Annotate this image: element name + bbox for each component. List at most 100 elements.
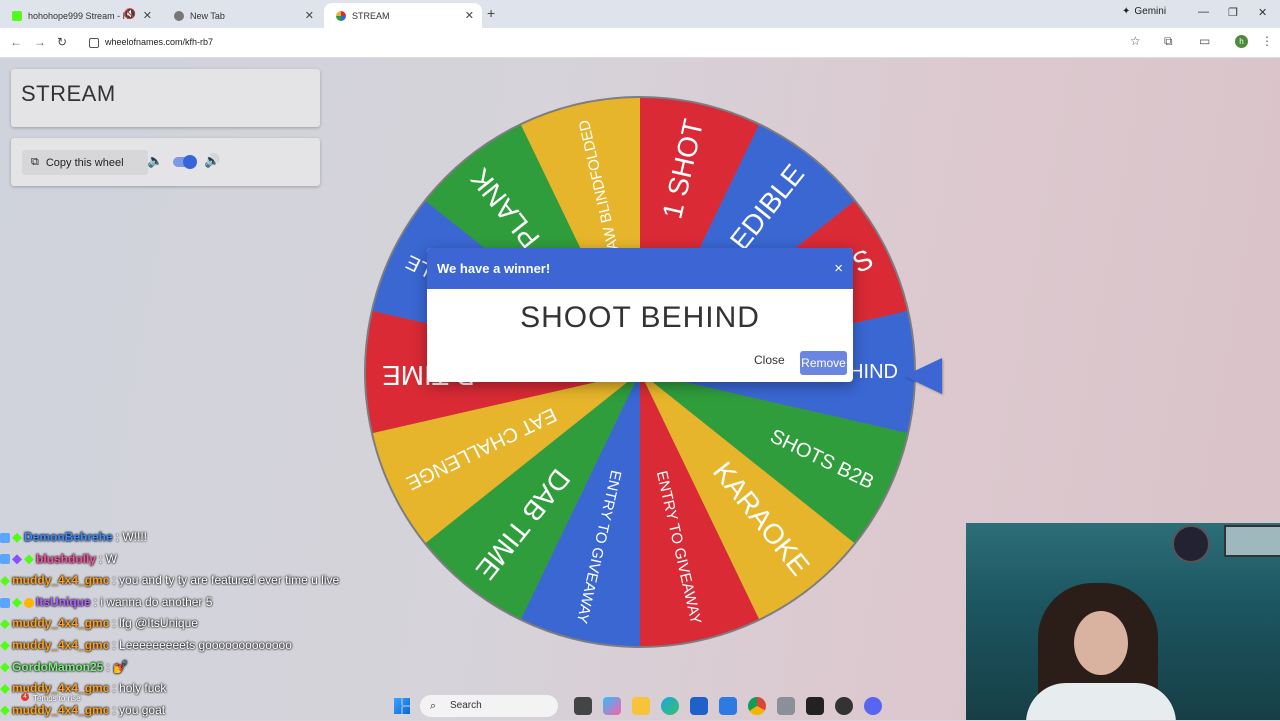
site-info-icon[interactable] <box>89 38 99 48</box>
chat-message-text: : W <box>99 551 117 566</box>
wheel-title: STREAM <box>21 81 116 106</box>
chat-badge-diamond-icon <box>0 662 10 673</box>
tab-stream[interactable]: STREAM ✕ <box>324 3 482 28</box>
chat-message-text: : Leeeeeeeeets gooooooooooooo <box>112 637 292 652</box>
winner-dialog-title: We have a winner! <box>437 261 551 276</box>
chat-badge-diamond-icon <box>12 532 22 543</box>
copy-wheel-label: Copy this wheel <box>45 156 124 169</box>
chat-message-text: : W!!!! <box>115 530 148 544</box>
chat-badge-diamond-icon <box>0 619 10 630</box>
profile-avatar[interactable]: h <box>1235 35 1248 48</box>
wheel-pointer-icon <box>904 358 942 394</box>
chat-username[interactable]: GordoMamon25 <box>12 657 103 679</box>
monitor-image <box>1224 525 1280 557</box>
streamer-face-image <box>1074 611 1128 675</box>
chat-badge-diamond-icon <box>0 683 10 694</box>
windows-taskbar: ⌕ Search <box>390 692 900 720</box>
address-bar[interactable]: wheelofnames.com/kfh-rb7 <box>83 32 1153 53</box>
extensions-puzzle-icon[interactable]: ⧉ <box>1164 34 1173 49</box>
close-window-icon[interactable]: ✕ <box>1258 6 1267 19</box>
chat-username[interactable]: muddy_4x4_gmc <box>12 613 109 635</box>
store-icon[interactable] <box>690 697 708 715</box>
streamer-shirt-image <box>1026 683 1176 720</box>
close-button[interactable]: Close <box>754 353 785 367</box>
chat-username[interactable]: muddy_4x4_gmc <box>12 635 109 657</box>
weather-text[interactable]: Temps to rise <box>33 694 81 703</box>
windows-start-icon[interactable] <box>394 698 410 714</box>
chat-badge-square-icon <box>0 554 10 565</box>
obs-icon[interactable] <box>806 697 824 715</box>
winner-dialog: We have a winner! × SHOOT BEHIND <box>427 248 853 382</box>
chat-badge-diamond-icon <box>24 554 34 565</box>
forward-arrow-icon[interactable]: → <box>34 35 46 49</box>
weather-badge: 4 <box>21 693 29 701</box>
chat-badge-coin-icon <box>24 597 34 608</box>
taskbar-search[interactable]: ⌕ Search <box>420 695 558 717</box>
chat-message: muddy_4x4_gmc: Leeeeeeeeets gooooooooooo… <box>0 635 560 657</box>
task-view-icon[interactable] <box>574 697 592 715</box>
browser-tab-strip: hohohope999 Stream - Kick 🔇 ✕ New Tab ✕ … <box>0 0 1280 28</box>
chat-message: ItsUnique: i wanna do another 5 <box>0 592 560 614</box>
chat-badge-diamond-icon <box>0 640 10 651</box>
gemini-button[interactable]: ✦ Gemini <box>1122 6 1166 17</box>
minimize-window-icon[interactable]: — <box>1198 6 1209 18</box>
back-arrow-icon[interactable]: ← <box>10 35 22 49</box>
tab-kick-stream[interactable]: hohohope999 Stream - Kick 🔇 ✕ <box>0 3 160 28</box>
chrome-favicon-icon <box>174 10 184 21</box>
chat-badge-diamond-icon <box>0 575 10 586</box>
tab-new-tab[interactable]: New Tab ✕ <box>162 3 322 28</box>
copy-wheel-button[interactable]: ⧉ Copy this wheel <box>22 150 148 175</box>
chrome-icon[interactable] <box>748 697 766 715</box>
chat-badge-diamond-icon <box>0 705 10 716</box>
tab-title: New Tab <box>190 10 225 21</box>
chat-message-text: : you goat <box>112 702 166 717</box>
volume-speaker-icon[interactable]: 🔊 <box>204 153 220 169</box>
address-toolbar: ← → ↻ wheelofnames.com/kfh-rb7 ☆ ⧉ ▭ ⋮ <box>0 28 1280 58</box>
edge-browser-icon[interactable] <box>661 697 679 715</box>
mute-speaker-icon[interactable]: 🔈 <box>147 153 163 169</box>
app-icon[interactable] <box>835 697 853 715</box>
bookmark-star-icon[interactable]: ☆ <box>1130 34 1141 48</box>
remove-button[interactable]: Remove <box>800 351 847 375</box>
webcam-feed <box>966 523 1280 720</box>
outlook-icon[interactable] <box>719 697 737 715</box>
dartboard-image <box>1172 525 1210 563</box>
wheel-favicon-icon <box>336 10 346 21</box>
winner-dialog-header: We have a winner! × <box>427 248 853 289</box>
chat-message-text: : 💅 <box>106 659 128 674</box>
close-tab-icon[interactable]: ✕ <box>305 9 314 22</box>
chat-message: muddy_4x4_gmc: you and ty ty are feature… <box>0 570 560 592</box>
tab-title: STREAM <box>352 10 390 21</box>
more-menu-icon[interactable]: ⋮ <box>1261 34 1273 48</box>
tab-search-icon[interactable]: ▭ <box>1199 34 1210 48</box>
chat-message-text: : lfg @ItsUnique <box>112 616 198 631</box>
url-text: wheelofnames.com/kfh-rb7 <box>105 37 214 47</box>
chat-username[interactable]: blushdolly <box>36 549 96 571</box>
taskbar-search-label: Search <box>450 700 482 711</box>
chat-message: DemonBehrehe: W!!!! <box>0 527 560 549</box>
chat-message-text: : holy fuck <box>112 681 167 696</box>
reload-icon[interactable]: ↻ <box>57 35 67 49</box>
settings-gear-icon[interactable] <box>777 697 795 715</box>
chat-badge-square-icon <box>0 597 10 608</box>
chat-message: blushdolly: W <box>0 549 560 571</box>
copilot-icon[interactable] <box>603 697 621 715</box>
chat-username[interactable]: ItsUnique <box>36 592 91 614</box>
muted-speaker-icon[interactable]: 🔇 <box>124 9 136 20</box>
close-dialog-icon[interactable]: × <box>834 248 843 289</box>
restore-window-icon[interactable]: ❐ <box>1228 6 1238 19</box>
file-explorer-icon[interactable] <box>632 697 650 715</box>
discord-icon[interactable] <box>864 697 882 715</box>
sound-toggle[interactable] <box>173 155 197 169</box>
kick-favicon-icon <box>12 10 22 21</box>
gemini-sparkle-icon: ✦ <box>1122 6 1131 17</box>
chat-badge-diamond-icon <box>12 597 22 608</box>
close-tab-icon[interactable]: ✕ <box>143 9 152 22</box>
new-tab-button[interactable]: + <box>487 5 495 21</box>
tab-title: hohohope999 Stream - Kick <box>28 10 128 21</box>
chat-message: GordoMamon25: 💅 <box>0 657 560 679</box>
chat-username[interactable]: muddy_4x4_gmc <box>12 570 109 592</box>
chat-username[interactable]: DemonBehrehe <box>24 527 113 549</box>
gemini-label: Gemini <box>1134 6 1167 17</box>
close-tab-icon[interactable]: ✕ <box>465 9 474 22</box>
